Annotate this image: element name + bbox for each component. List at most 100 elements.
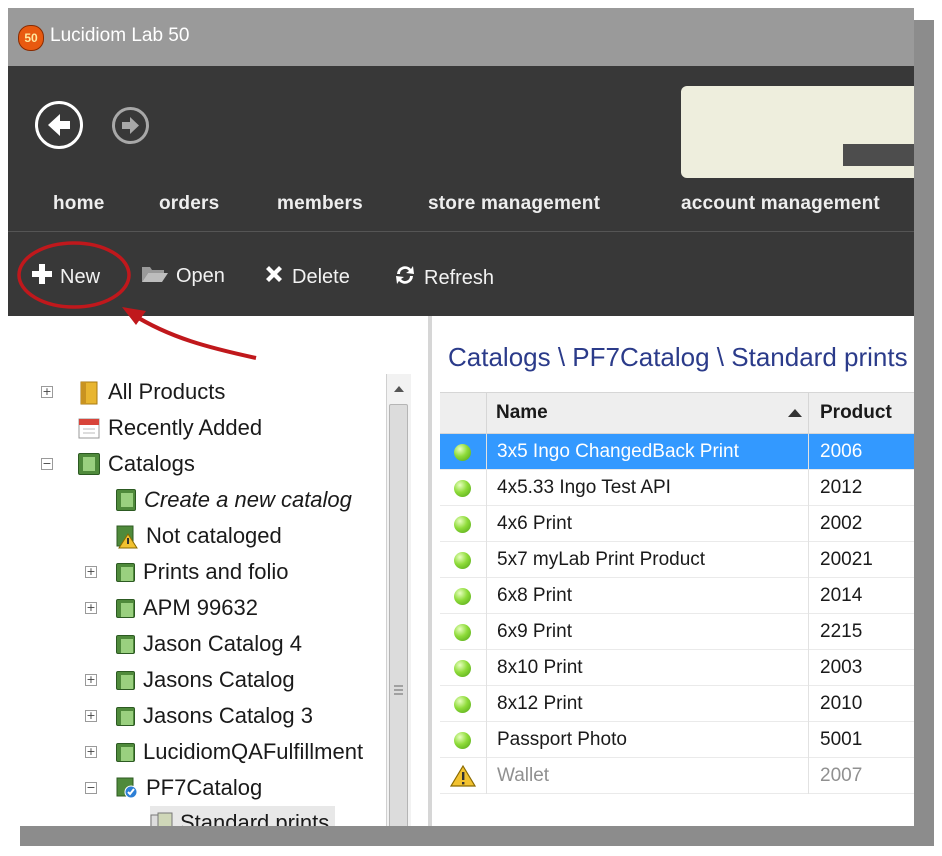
cell-separator — [486, 434, 487, 470]
tree-label: Standard prints — [180, 810, 330, 826]
scroll-up-icon[interactable] — [388, 378, 410, 400]
status-ok-icon — [454, 696, 471, 713]
folder-icon — [78, 381, 100, 405]
open-button[interactable]: Open — [140, 262, 225, 290]
menu-store-management[interactable]: store management — [428, 193, 600, 215]
table-row[interactable]: 4x5.33 Ingo Test API 2012 — [440, 470, 914, 506]
cell-separator — [808, 758, 809, 794]
table-row[interactable]: 3x5 Ingo ChangedBack Print 2006 — [440, 434, 914, 470]
menu-home[interactable]: home — [53, 193, 104, 215]
table-row[interactable]: Passport Photo 5001 — [440, 722, 914, 758]
tree-item-not-cataloged[interactable]: Not cataloged — [116, 519, 282, 553]
cell-separator — [808, 434, 809, 470]
table-row[interactable]: 8x10 Print 2003 — [440, 650, 914, 686]
tree-item-catalog[interactable]: Prints and folio — [116, 555, 289, 589]
table-row[interactable]: 8x12 Print 2010 — [440, 686, 914, 722]
product-id: 2007 — [820, 765, 863, 786]
product-id: 2012 — [820, 477, 863, 498]
tree-label: Jasons Catalog 3 — [143, 703, 313, 728]
tree-item-catalog[interactable]: Jasons Catalog — [116, 663, 295, 697]
delete-button[interactable]: Delete — [262, 262, 350, 292]
cell-separator — [808, 614, 809, 650]
sort-ascending-icon[interactable] — [788, 409, 802, 417]
tree-label: Recently Added — [108, 415, 263, 440]
expand-catalog[interactable]: + — [85, 602, 97, 614]
catalog-icon — [116, 562, 135, 582]
product-name: 8x10 Print — [497, 657, 583, 678]
column-header-name[interactable]: Name — [496, 393, 548, 433]
expand-all-products[interactable]: + — [41, 386, 53, 398]
tree-item-recently-added[interactable]: Recently Added — [78, 411, 262, 445]
catalog-icon — [116, 670, 135, 690]
cell-separator — [486, 686, 487, 722]
table-row[interactable]: 5x7 myLab Print Product 20021 — [440, 542, 914, 578]
warning-catalog-icon — [116, 525, 138, 549]
back-button[interactable] — [35, 101, 83, 149]
grip-icon — [394, 685, 403, 695]
collapse-catalogs[interactable]: − — [41, 458, 53, 470]
cell-separator — [808, 506, 809, 542]
frame-shadow-right — [914, 20, 934, 840]
refresh-label: Refresh — [424, 266, 495, 289]
new-button[interactable]: New — [30, 262, 100, 292]
folder-icon — [140, 262, 170, 290]
product-name: 8x12 Print — [497, 693, 583, 714]
tree-item-catalog[interactable]: APM 99632 — [116, 591, 258, 625]
product-name: 6x9 Print — [497, 621, 572, 642]
status-ok-icon — [454, 552, 471, 569]
product-list-pane: Catalogs \ PF7Catalog \ Standard prints … — [432, 316, 914, 826]
forward-button[interactable] — [112, 107, 149, 144]
title-bar: 50 Lucidiom Lab 50 — [8, 8, 914, 66]
status-ok-icon — [454, 480, 471, 497]
new-label: New — [60, 265, 101, 288]
product-id: 2215 — [820, 621, 863, 642]
app-window: 50 Lucidiom Lab 50 home orders members s… — [8, 8, 914, 826]
tree-item-catalogs[interactable]: Catalogs — [78, 447, 195, 481]
tree-label: Create a new catalog — [144, 487, 352, 512]
calendar-icon — [78, 417, 100, 439]
catalog-icon — [116, 598, 135, 618]
tree-item-catalog[interactable]: LucidiomQAFulfillment — [116, 735, 363, 769]
tree-item-catalog[interactable]: Jasons Catalog 3 — [116, 699, 313, 733]
banner-bar — [843, 144, 914, 166]
table-row[interactable]: Wallet 2007 — [440, 758, 914, 794]
tree-item-all-products[interactable]: All Products — [78, 375, 225, 409]
column-separator[interactable] — [808, 393, 809, 433]
tree-item-standard-prints[interactable]: Standard prints — [150, 806, 336, 826]
tree-scrollbar[interactable] — [386, 374, 411, 826]
menu-orders[interactable]: orders — [159, 193, 219, 215]
refresh-button[interactable]: Refresh — [392, 262, 494, 294]
menu-divider — [8, 231, 914, 232]
status-ok-icon — [454, 624, 471, 641]
column-header-product-id[interactable]: Product ID — [820, 393, 914, 463]
product-name: Wallet — [497, 765, 550, 786]
table-row[interactable]: 6x9 Print 2215 — [440, 614, 914, 650]
window-title: Lucidiom Lab 50 — [50, 25, 190, 46]
expand-catalog[interactable]: + — [85, 674, 97, 686]
expand-catalog[interactable]: + — [85, 710, 97, 722]
x-icon — [262, 262, 286, 292]
tree-label: Prints and folio — [143, 559, 289, 584]
cell-separator — [486, 542, 487, 578]
tree-item-catalog[interactable]: Jason Catalog 4 — [116, 627, 302, 661]
plus-icon — [30, 262, 54, 292]
collapse-catalog[interactable]: − — [85, 782, 97, 794]
tree-label: Not cataloged — [146, 523, 282, 548]
tree-item-create-new-catalog[interactable]: Create a new catalog — [116, 483, 352, 517]
cell-separator — [486, 758, 487, 794]
expand-catalog[interactable]: + — [85, 746, 97, 758]
new-catalog-icon — [116, 489, 136, 511]
cell-separator — [486, 614, 487, 650]
status-ok-icon — [454, 660, 471, 677]
cell-separator — [486, 470, 487, 506]
expand-catalog[interactable]: + — [85, 566, 97, 578]
table-row[interactable]: 6x8 Print 2014 — [440, 578, 914, 614]
menu-members[interactable]: members — [277, 193, 363, 215]
status-ok-icon — [454, 516, 471, 533]
tree-item-catalog[interactable]: PF7Catalog — [116, 771, 262, 805]
product-group-icon — [150, 812, 173, 826]
product-id: 20021 — [820, 549, 873, 570]
menu-account-management[interactable]: account management — [681, 193, 880, 215]
tree-scrollbar-thumb[interactable] — [389, 404, 408, 826]
table-row[interactable]: 4x6 Print 2002 — [440, 506, 914, 542]
